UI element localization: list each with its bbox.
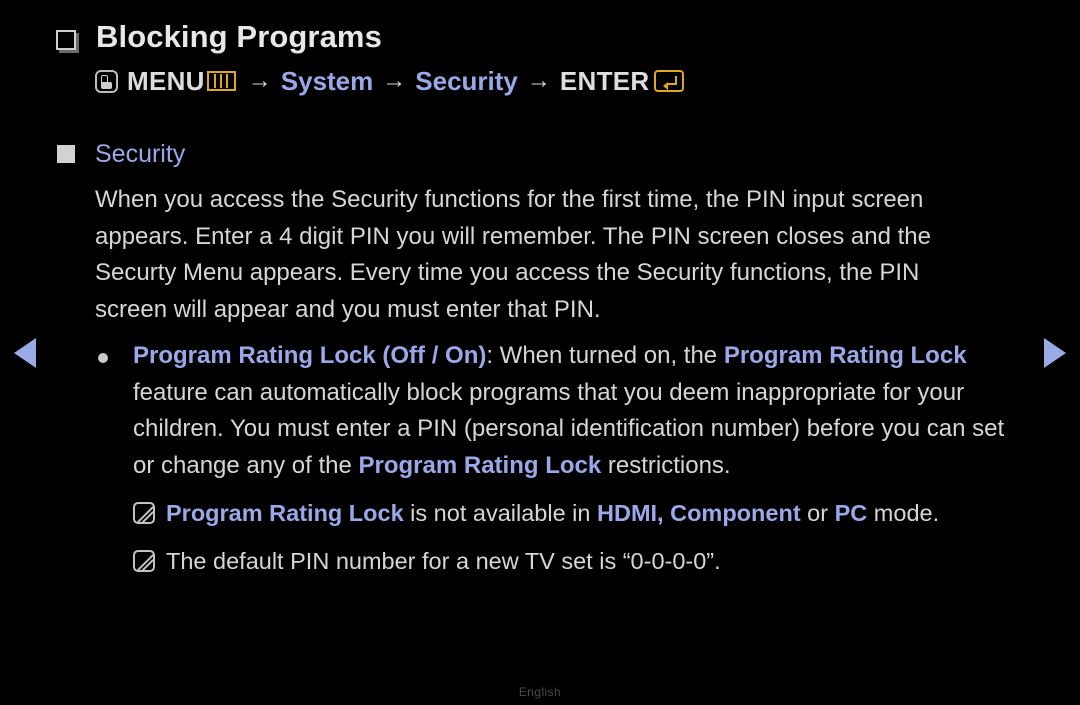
enter-key-icon	[653, 70, 684, 92]
bullet-dot-icon	[98, 353, 108, 363]
next-page-arrow-icon[interactable]	[1044, 338, 1066, 368]
menu-bars-icon	[206, 71, 236, 91]
breadcrumb: MENU → System → Security → ENTER	[95, 64, 684, 98]
section-paragraph: When you access the Security functions f…	[95, 186, 931, 323]
page-title: Blocking Programs	[96, 19, 382, 54]
note-1-text-1: is not available in	[403, 500, 597, 526]
note-2-text: The default PIN number for a new TV set …	[166, 548, 721, 574]
section-bullet-square-icon	[57, 145, 75, 163]
bullet-item-text: Program Rating Lock (Off / On): When tur…	[133, 338, 1028, 484]
section-heading-row: Security	[57, 136, 185, 172]
note-1-text-2: or	[800, 500, 835, 526]
breadcrumb-item-system[interactable]: System	[281, 64, 374, 98]
breadcrumb-separator-1: →	[247, 67, 272, 94]
menu-hand-icon	[95, 69, 118, 93]
note-1-text-3: mode.	[867, 500, 940, 526]
bullet-highlight-2: Program Rating Lock	[723, 342, 967, 369]
breadcrumb-enter-label[interactable]: ENTER	[560, 64, 650, 98]
note-1-highlight-1: Program Rating Lock	[166, 500, 404, 526]
page-title-row: Blocking Programs	[56, 16, 382, 58]
bullet-tail-text: restrictions.	[601, 451, 731, 479]
note-row-1: Program Rating Lock is not available in …	[133, 496, 939, 530]
note-1-text: Program Rating Lock is not available in …	[166, 496, 939, 530]
bullet-highlight-3: Program Rating Lock	[358, 451, 602, 479]
bullet-after-lead: : When turned on, the	[486, 342, 724, 369]
list-item: Program Rating Lock (Off / On): When tur…	[98, 338, 1028, 484]
note-1-highlight-3: PC	[834, 500, 868, 526]
breadcrumb-menu-label[interactable]: MENU	[127, 64, 205, 98]
note-icon	[133, 502, 155, 524]
language-footer: English	[518, 685, 562, 699]
note-1-highlight-2: HDMI, Component	[597, 500, 801, 526]
section-heading: Security	[95, 140, 186, 168]
breadcrumb-item-security[interactable]: Security	[415, 64, 518, 98]
bullet-lead-highlight: Program Rating Lock (Off / On)	[133, 342, 487, 369]
title-bullet-square-icon	[56, 30, 76, 50]
breadcrumb-separator-3: →	[526, 67, 551, 94]
breadcrumb-separator-2: →	[382, 67, 407, 94]
note-row-2: The default PIN number for a new TV set …	[133, 544, 721, 578]
note-icon	[133, 550, 155, 572]
previous-page-arrow-icon[interactable]	[14, 338, 36, 368]
tv-help-page: Blocking Programs MENU → System → Securi…	[0, 0, 1080, 705]
